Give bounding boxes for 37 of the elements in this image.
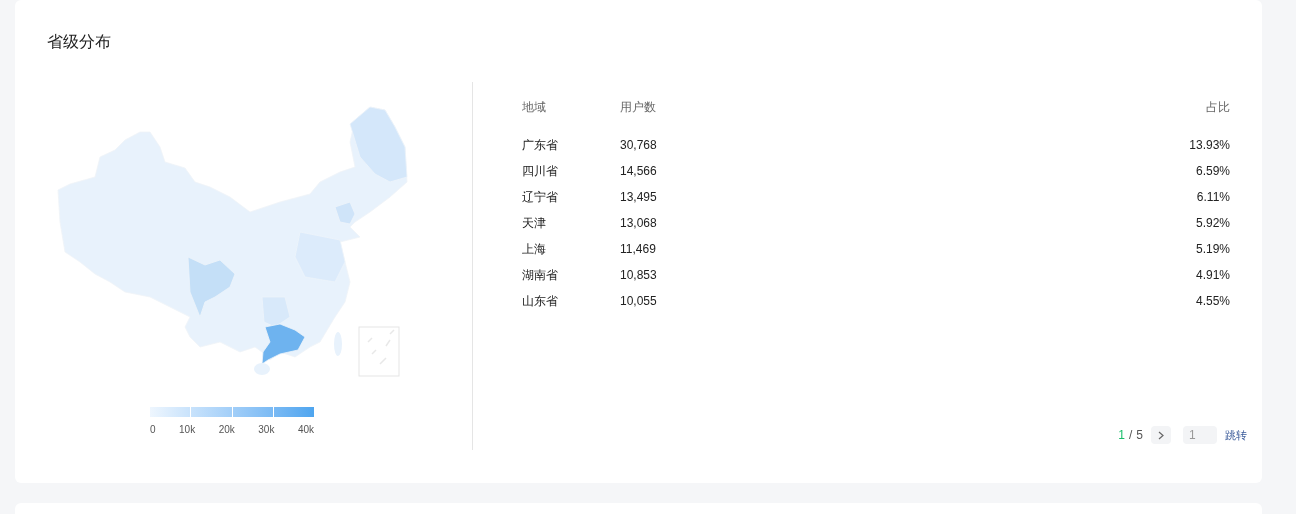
scale-label: 10k bbox=[179, 423, 196, 437]
table-cell-text: 5.19% bbox=[1195, 241, 1230, 258]
page-input[interactable]: 1 bbox=[1183, 426, 1217, 444]
table-cell-text: 湖南省 bbox=[522, 267, 559, 284]
table-cell-text: 13.93% bbox=[1189, 137, 1230, 154]
table-cell-text: 14,566 bbox=[620, 163, 658, 180]
scale-label: 20k bbox=[218, 423, 235, 437]
table-cell-text: 辽宁省 bbox=[522, 189, 559, 206]
total-pages: 5 bbox=[1136, 427, 1143, 444]
table-cell-text: 10,055 bbox=[620, 293, 658, 310]
column-header: 地域 bbox=[522, 99, 547, 116]
scale-label: 0 bbox=[150, 423, 156, 437]
section-title: 省级分布 bbox=[47, 33, 111, 50]
table-cell-text: 4.91% bbox=[1195, 267, 1230, 284]
table-cell-text: 10,853 bbox=[620, 267, 658, 284]
table-cell-text: 山东省 bbox=[522, 293, 559, 310]
current-page: 1 bbox=[1118, 427, 1125, 444]
next-page-button[interactable] bbox=[1151, 426, 1171, 444]
scale-label: 30k bbox=[258, 423, 275, 437]
table-cell-text: 11,469 bbox=[620, 241, 657, 258]
jump-button[interactable]: 跳转 bbox=[1225, 426, 1247, 444]
table-cell-text: 13,068 bbox=[620, 215, 658, 232]
table-cell-text: 4.55% bbox=[1195, 293, 1230, 310]
table-cell-text: 6.59% bbox=[1195, 163, 1230, 180]
chevron-right-icon bbox=[1158, 430, 1164, 440]
table-cell-text: 13,495 bbox=[620, 189, 658, 206]
table-cell-text: 6.11% bbox=[1196, 189, 1230, 206]
table-cell-text: 四川省 bbox=[522, 163, 559, 180]
table-cell-text: 天津 bbox=[522, 215, 547, 232]
scale-label: 40k bbox=[297, 423, 314, 437]
page-separator: / bbox=[1128, 427, 1133, 444]
table-cell-text: 30,768 bbox=[620, 137, 658, 154]
column-header: 用户数 bbox=[620, 99, 657, 116]
table-cell-text: 上海 bbox=[522, 241, 547, 258]
table-cell-text: 5.92% bbox=[1195, 215, 1230, 232]
table-cell-text: 广东省 bbox=[522, 137, 559, 154]
column-header: 占比 bbox=[1206, 99, 1230, 116]
